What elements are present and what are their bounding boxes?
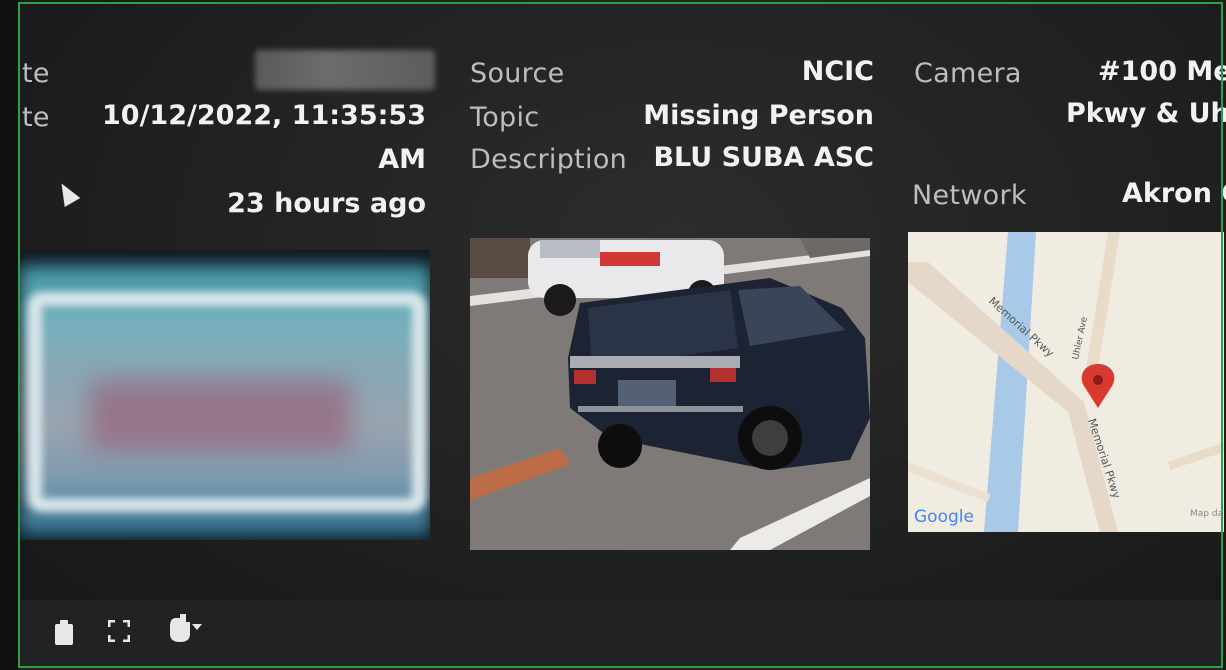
topic-label: Topic <box>470 102 540 133</box>
vehicle-illustration <box>470 238 870 550</box>
source-label: Source <box>470 58 565 89</box>
detection-datetime-ampm: AM <box>378 144 426 175</box>
description-value: BLU SUBA ASC <box>653 142 874 173</box>
topic-value: Missing Person <box>643 100 874 131</box>
detection-relative-time: 23 hours ago <box>227 188 426 219</box>
monitor-screen: te te 10/12/2022, 11:35:53 AM 23 hours a… <box>0 0 1226 670</box>
hand-pointer-icon[interactable] <box>164 614 202 649</box>
camera-location-map[interactable]: Memorial Pkwy Memorial Pkwy Uhler Ave Go… <box>908 232 1224 532</box>
fullscreen-icon[interactable] <box>107 619 131 647</box>
clipboard-icon[interactable] <box>54 620 74 651</box>
monitor-bezel <box>0 0 18 670</box>
map-brand: Google <box>914 507 974 527</box>
camera-value: #100 Mer <box>1098 56 1226 87</box>
field-label-date-2: te <box>22 102 50 133</box>
network-label: Network <box>912 180 1027 211</box>
license-plate-image[interactable] <box>20 250 430 540</box>
mouse-cursor-icon <box>53 178 81 208</box>
camera-location: Pkwy & Uhle <box>1066 98 1226 129</box>
network-value: Akron C <box>1122 178 1226 209</box>
map-attribution: Map da <box>1190 509 1223 519</box>
detection-datetime: 10/12/2022, 11:35:53 <box>102 100 426 131</box>
source-value: NCIC <box>801 56 874 87</box>
map-canvas: Memorial Pkwy Memorial Pkwy Uhler Ave Go… <box>908 232 1224 532</box>
description-label: Description <box>470 144 628 175</box>
field-label-date-1: te <box>22 58 50 89</box>
camera-label: Camera <box>914 58 1022 89</box>
redacted-value <box>255 50 435 90</box>
vehicle-image[interactable] <box>470 238 870 550</box>
